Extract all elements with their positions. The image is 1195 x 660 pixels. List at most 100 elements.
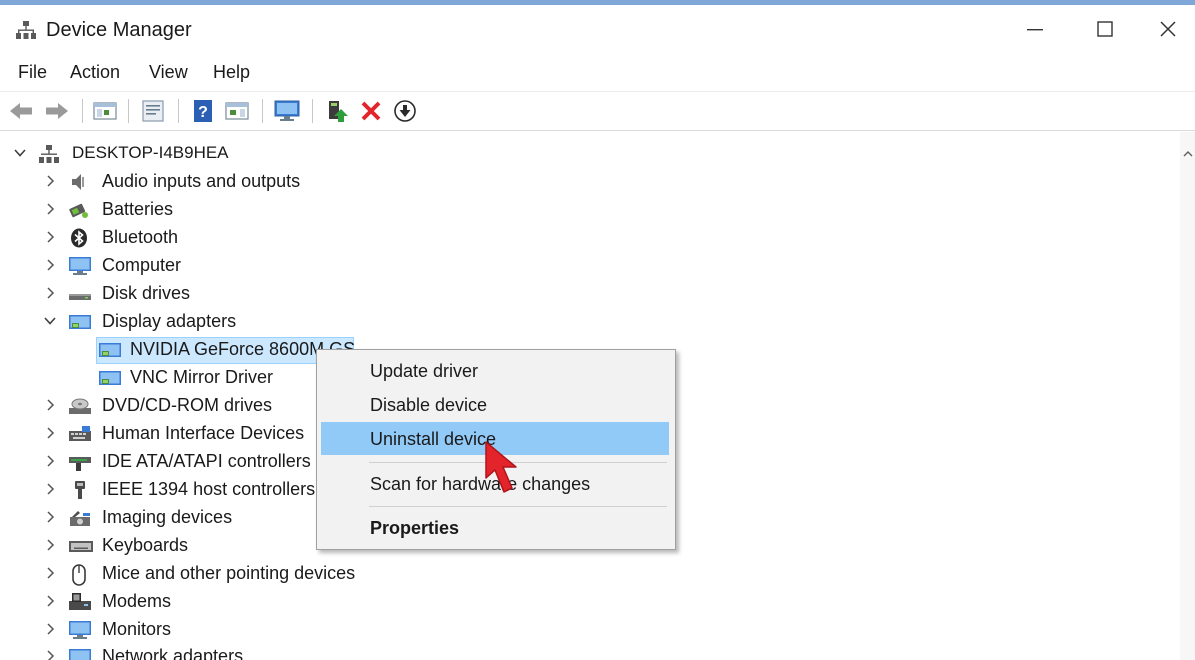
chevron-right-icon[interactable] [42,285,58,301]
tree-category-row[interactable]: Disk drives [0,280,700,308]
chevron-right-icon[interactable] [42,481,58,497]
update-driver-icon [329,101,348,122]
menu-action[interactable]: Action [70,62,120,83]
menu-item-label: Uninstall device [370,429,497,449]
menu-item-label: Update driver [370,361,479,381]
menu-view[interactable]: View [149,62,188,83]
disable-button[interactable] [392,98,418,124]
window-title: Device Manager [46,19,192,41]
chevron-right-icon[interactable] [42,621,58,637]
scan-hardware-icon [274,100,300,121]
display-adapter-icon [98,340,121,360]
category-label: Computer [102,255,182,275]
uninstall-icon [361,101,381,121]
monitor-icon [68,620,91,640]
mouse-icon [68,564,90,586]
menu-item-disable-device[interactable]: Disable device [321,388,669,421]
chevron-right-icon[interactable] [42,397,58,413]
menu-bar: File Action View Help [0,56,1195,90]
root-label: DESKTOP-I4B9HEA [72,143,229,162]
context-menu: Update driver Disable device Uninstall d… [316,349,676,550]
show-hide-console-tree-button[interactable] [92,98,118,124]
tree-category-row-expanded[interactable]: Display adapters [0,308,700,336]
category-label: Keyboards [102,535,189,555]
category-label: Modems [102,591,172,611]
scroll-up-icon[interactable] [1183,150,1193,161]
chevron-right-icon[interactable] [42,565,58,581]
menu-file[interactable]: File [18,62,47,83]
category-label: Network adapters [102,646,244,660]
menu-item-label: Properties [370,518,460,538]
ide-controller-icon [68,452,91,472]
toolbar-separator [82,99,83,123]
menu-item-properties[interactable]: Properties [321,511,669,544]
close-button[interactable] [1140,5,1195,53]
update-driver-button[interactable] [324,98,350,124]
menu-item-uninstall-device[interactable]: Uninstall device [321,422,669,455]
category-label: Audio inputs and outputs [102,171,301,191]
title-bar[interactable]: Device Manager [0,5,1195,53]
vertical-scrollbar[interactable] [1180,132,1195,660]
category-label: Display adapters [102,311,237,331]
tree-category-row[interactable]: Computer [0,252,700,280]
toolbar-separator [262,99,263,123]
chevron-right-icon[interactable] [42,229,58,245]
chevron-right-icon[interactable] [42,537,58,553]
action-pane-icon [225,102,249,120]
chevron-right-icon[interactable] [42,173,58,189]
tree-category-row[interactable]: Audio inputs and outputs [0,168,700,196]
disk-drive-icon [68,284,91,304]
category-label: Bluetooth [102,227,179,247]
tree-root-row[interactable]: DESKTOP-I4B9HEA [0,140,700,168]
svg-text:?: ? [198,104,208,121]
disable-icon [394,100,416,122]
menu-help[interactable]: Help [213,62,250,83]
chevron-down-icon[interactable] [12,145,28,161]
category-label: Batteries [102,199,174,219]
tree-category-row[interactable]: Network adapters [0,643,700,660]
chevron-down-icon[interactable] [42,313,58,329]
help-button[interactable]: ? [190,98,216,124]
maximize-button[interactable] [1070,5,1140,53]
toolbar-separator [178,99,179,123]
chevron-right-icon[interactable] [42,425,58,441]
uninstall-button[interactable] [358,98,384,124]
tree-category-row[interactable]: Bluetooth [0,224,700,252]
toolbar-separator [312,99,313,123]
properties-button[interactable] [140,98,166,124]
back-button[interactable] [8,98,34,124]
minimize-icon [1027,29,1043,31]
category-label: Monitors [102,619,172,639]
camera-icon [68,508,90,528]
optical-drive-icon [68,396,91,416]
hid-icon [68,424,91,444]
chevron-right-icon[interactable] [42,593,58,609]
menu-item-label: Disable device [370,395,488,415]
bluetooth-icon [68,228,90,248]
chevron-right-icon[interactable] [42,453,58,469]
action-pane-button[interactable] [224,98,250,124]
tree-category-row[interactable]: Mice and other pointing devices [0,560,700,588]
menu-item-update-driver[interactable]: Update driver [321,354,669,387]
firewire-icon [68,480,90,500]
tree-category-row[interactable]: Monitors [0,616,700,644]
minimize-button[interactable] [1000,5,1070,53]
chevron-right-icon[interactable] [42,648,58,660]
battery-icon [68,200,90,220]
tree-category-row[interactable]: Batteries [0,196,700,224]
network-adapter-icon [68,647,91,660]
device-manager-window: Device Manager File Action View Help ? D… [0,0,1195,660]
computer-tree-icon [38,144,60,164]
chevron-right-icon[interactable] [42,257,58,273]
chevron-right-icon[interactable] [42,201,58,217]
menu-item-scan-hardware[interactable]: Scan for hardware changes [321,467,669,500]
tree-category-row[interactable]: Modems [0,588,700,616]
category-label: IDE ATA/ATAPI controllers [102,451,311,471]
menu-separator [369,462,667,463]
scan-hardware-button[interactable] [274,98,300,124]
chevron-right-icon[interactable] [42,509,58,525]
close-icon [1159,21,1176,37]
forward-button[interactable] [44,98,70,124]
help-icon: ? [194,100,212,122]
category-label: IEEE 1394 host controllers [102,479,316,499]
